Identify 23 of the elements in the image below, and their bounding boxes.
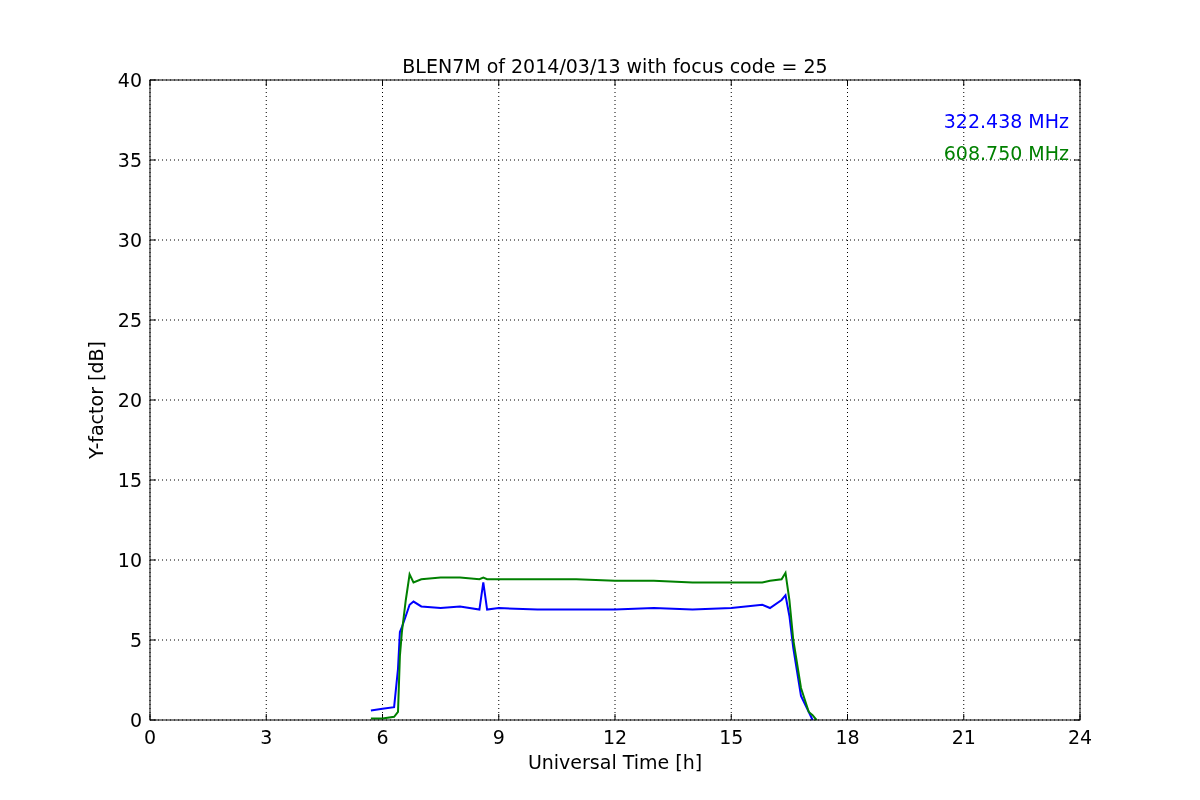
tick-label: 25: [117, 309, 142, 331]
tick-label: 12: [602, 726, 628, 748]
y-axis-label: Y-factor [dB]: [85, 341, 107, 459]
x-axis-label: Universal Time [h]: [527, 751, 703, 773]
tick-label: 30: [117, 229, 142, 251]
tick-label: 15: [719, 726, 744, 748]
tick-label: 9: [492, 726, 505, 748]
tick-label: 20: [117, 389, 142, 411]
tick-label: 5: [129, 629, 142, 651]
chart-title: BLEN7M of 2014/03/13 with focus code = 25: [402, 55, 828, 77]
tick-label: 6: [376, 726, 389, 748]
tick-label: 0: [129, 709, 142, 731]
tick-label: 40: [117, 69, 142, 91]
tick-label: 15: [117, 469, 142, 491]
tick-label: 0: [143, 726, 157, 748]
tick-label: 10: [117, 549, 142, 571]
legend-label: 608.750 MHz: [943, 142, 1069, 164]
legend-label: 322.438 MHz: [943, 110, 1069, 132]
tick-label: 3: [260, 726, 273, 748]
tick-label: 21: [951, 726, 976, 748]
tick-label: 24: [1067, 726, 1093, 748]
tick-label: 35: [117, 149, 142, 171]
tick-label: 18: [835, 726, 860, 748]
